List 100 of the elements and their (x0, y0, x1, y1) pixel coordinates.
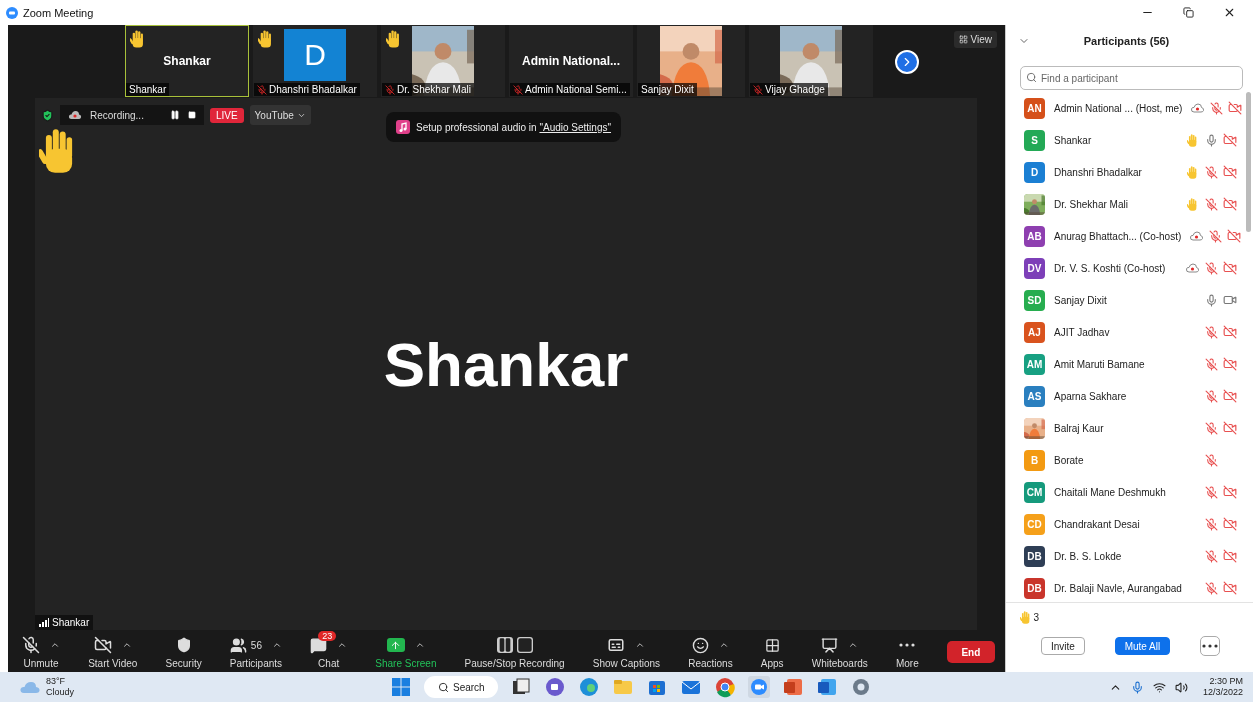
avatar: SD (1024, 289, 1045, 311)
participant-row[interactable]: AS Aparna Sakhare (1006, 380, 1243, 412)
participant-row[interactable]: B Borate (1006, 444, 1243, 476)
participant-name: Balraj Kaur (1054, 422, 1105, 434)
participant-row[interactable]: AM Amit Maruti Bamane (1006, 348, 1243, 380)
participant-row[interactable]: CD Chandrakant Desai (1006, 508, 1243, 540)
participant-name: Sanjay Dixit (1054, 294, 1108, 306)
pause-icon[interactable] (169, 110, 180, 120)
clock[interactable]: 2:30 PM 12/3/2022 (1202, 676, 1243, 698)
view-button[interactable]: View (953, 31, 997, 48)
taskbar-search[interactable]: Search (424, 676, 498, 698)
more-icon (1202, 644, 1218, 648)
raised-hand-count: 3 (1033, 612, 1039, 623)
video-tile[interactable]: Shankar Shankar (125, 25, 249, 97)
next-page-button[interactable] (895, 49, 919, 74)
avatar-tile: D (284, 29, 346, 81)
chrome-app-icon[interactable] (714, 676, 736, 698)
participant-row[interactable]: Dr. Shekhar Mali (1006, 188, 1243, 220)
whiteboards-button[interactable]: Whiteboards (811, 635, 868, 669)
end-button[interactable]: End (946, 641, 995, 663)
scrollbar[interactable] (1246, 92, 1251, 232)
video-tile[interactable]: Vijay Ghadge (749, 25, 873, 97)
video-tile[interactable]: D Dhanshri Bhadalkar (253, 25, 377, 97)
muted-mic-icon (22, 636, 40, 654)
participant-row[interactable]: Balraj Kaur (1006, 412, 1243, 444)
panel-title: Participants (56) (1082, 35, 1171, 47)
caret-icon[interactable] (414, 640, 425, 650)
caret-icon[interactable] (337, 640, 348, 650)
participant-name: Borate (1054, 454, 1085, 466)
cloud-icon (20, 680, 40, 694)
participant-name: Dr. Shekhar Mali (1054, 198, 1129, 210)
audio-settings-link[interactable]: "Audio Settings" (539, 121, 611, 133)
caret-icon[interactable] (50, 640, 60, 650)
word-app-icon[interactable] (816, 676, 838, 698)
settings-app-icon[interactable] (850, 676, 872, 698)
participant-row[interactable]: CM Chaitali Mane Deshmukh (1006, 476, 1243, 508)
powerpoint-app-icon[interactable] (782, 676, 804, 698)
restore-icon (1182, 7, 1194, 18)
participant-row[interactable]: D Dhanshri Bhadalkar (1006, 156, 1243, 188)
more-button[interactable]: More (895, 635, 919, 669)
caret-icon[interactable] (718, 640, 729, 650)
temperature: 83°F (46, 676, 67, 687)
avatar: AS (1024, 385, 1045, 407)
smiley-icon (691, 636, 709, 654)
participant-row[interactable]: DV Dr. V. S. Koshti (Co-host) (1006, 252, 1243, 284)
speaker-icon[interactable] (1174, 680, 1188, 694)
zoom-app-icon[interactable] (748, 676, 770, 698)
avatar: AB (1024, 225, 1045, 247)
grid-icon (958, 35, 968, 44)
participant-row[interactable]: S Shankar (1006, 124, 1243, 156)
app-logo-icon (6, 6, 18, 19)
participant-name: Admin National Semi... (525, 84, 627, 95)
unmute-button[interactable]: Unmute (22, 635, 60, 669)
meet-app-icon[interactable] (544, 676, 566, 698)
captions-button[interactable]: Show Captions (592, 635, 661, 669)
edge-app-icon[interactable] (578, 676, 600, 698)
more-button[interactable] (1200, 636, 1220, 656)
video-tile[interactable]: Sanjay Dixit (637, 25, 745, 97)
search-field[interactable]: Find a participant (1020, 66, 1243, 90)
participant-name: Dhanshri Bhadalkar (269, 84, 357, 95)
stop-icon[interactable] (187, 111, 196, 119)
caret-icon[interactable] (121, 640, 132, 650)
apps-button[interactable]: Apps (760, 635, 784, 669)
search-icon (1026, 72, 1037, 83)
share-button[interactable]: Share Screen (375, 635, 437, 669)
caret-icon[interactable] (848, 640, 859, 650)
stream-dropdown[interactable]: YouTube (249, 105, 311, 125)
start-button[interactable] (390, 676, 412, 698)
participant-row[interactable]: AB Anurag Bhattach... (Co-host) (1006, 220, 1243, 252)
participant-row[interactable]: SD Sanjay Dixit (1006, 284, 1243, 316)
video-tile[interactable]: Dr. Shekhar Mali (381, 25, 505, 97)
participant-name: Dhanshri Bhadalkar (1054, 166, 1143, 178)
window-title: Zoom Meeting (23, 6, 95, 19)
security-button[interactable]: Security (165, 635, 202, 669)
caret-icon[interactable] (272, 640, 282, 650)
speaker-label: Shankar (52, 617, 90, 628)
participant-row[interactable]: AN Admin National ... (Host, me) (1006, 92, 1243, 124)
participant-row[interactable]: AJ AJIT Jadhav (1006, 316, 1243, 348)
recording-button[interactable]: Pause/Stop Recording (464, 635, 565, 669)
wifi-icon[interactable] (1152, 680, 1166, 694)
mic-icon[interactable] (1130, 680, 1144, 694)
cloud-recording-icon (68, 110, 82, 120)
signal-icon (39, 618, 49, 627)
participants-button[interactable]: 56 Participants (229, 635, 283, 669)
invite-button[interactable]: Invite (1041, 637, 1085, 655)
participant-row[interactable]: DB Dr. B. S. Lokde (1006, 540, 1243, 572)
caret-icon[interactable] (635, 640, 646, 650)
reactions-button[interactable]: Reactions (688, 635, 733, 669)
tile-name: Admin National... (522, 54, 620, 68)
participant-name: Dr. B. S. Lokde (1054, 550, 1123, 562)
participant-row[interactable]: DB Dr. Balaji Navle, Aurangabad (1006, 572, 1243, 602)
search-icon (438, 681, 449, 693)
participant-name: Vijay Ghadge (765, 84, 825, 95)
video-button[interactable]: Start Video (88, 635, 138, 669)
more-icon (899, 643, 916, 647)
mute-all-button[interactable]: Mute All (1114, 637, 1171, 655)
raised-hand-icon (1020, 611, 1031, 624)
video-tile[interactable]: Admin National... Admin National Semi... (509, 25, 633, 97)
banner-text: Setup professional audio in "Audio Settings" (416, 121, 611, 133)
participant-name: Dr. V. S. Koshti (Co-host) (1054, 262, 1167, 274)
